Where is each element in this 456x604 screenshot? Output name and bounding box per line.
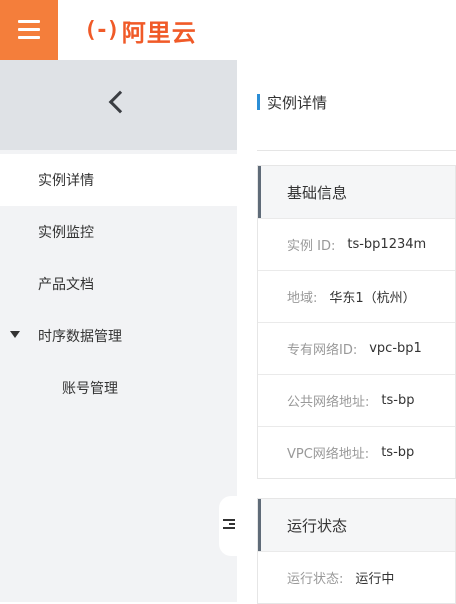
sidebar-item-timeseries-management[interactable]: 时序数据管理 (0, 310, 237, 362)
basic-info-card: 基础信息 实例 ID: ts-bp1234m 地域: 华东1（杭州） 专有网络I… (257, 165, 456, 479)
sidebar-collapse-button[interactable] (0, 60, 237, 150)
info-key: 公共网络地址: (287, 395, 370, 410)
page-title: 实例详情 (257, 92, 327, 113)
main-content: 实例详情 基础信息 实例 ID: ts-bp1234m 地域: 华东1（杭州） … (237, 60, 456, 604)
sidebar-item-label: 账号管理 (62, 381, 118, 397)
info-row-public-address: 公共网络地址: ts-bp (258, 374, 455, 426)
section-title: 基础信息 (258, 166, 455, 218)
info-value: 华东1（杭州） (329, 291, 416, 306)
sidebar-item-instance-details[interactable]: 实例详情 (0, 154, 237, 206)
info-value: ts-bp1234m (347, 237, 427, 252)
logo-text: 阿里云 (121, 18, 197, 47)
info-key: 专有网络ID: (287, 343, 358, 358)
info-key: 地域: (287, 291, 318, 306)
info-row-vpc-address: VPC网络地址: ts-bp (258, 426, 455, 478)
aliyun-logo[interactable]: (-) 阿里云 (84, 14, 197, 47)
sidebar-item-label: 实例详情 (38, 173, 94, 189)
chevron-left-icon (108, 90, 132, 114)
info-row-instance-id: 实例 ID: ts-bp1234m (258, 218, 455, 270)
sidebar-item-instance-monitoring[interactable]: 实例监控 (0, 206, 237, 258)
menu-icon-line (18, 36, 40, 39)
info-row-vpc-id: 专有网络ID: vpc-bp1 (258, 322, 455, 374)
sidebar-item-label: 时序数据管理 (38, 329, 122, 345)
menu-icon-line (18, 28, 40, 31)
run-status-card: 运行状态 运行状态: 运行中 (257, 498, 456, 604)
top-bar: (-) 阿里云 (0, 0, 456, 60)
info-value: ts-bp (381, 393, 415, 408)
logo-mark-icon: (-) (84, 17, 120, 43)
sidebar-subitem-account-management[interactable]: 账号管理 (0, 362, 237, 414)
hamburger-menu-button[interactable] (0, 0, 58, 60)
info-value: ts-bp (381, 445, 415, 460)
sidebar-item-product-docs[interactable]: 产品文档 (0, 258, 237, 310)
sidebar-item-label: 实例监控 (38, 225, 94, 241)
caret-down-icon (10, 331, 20, 338)
info-key: 运行状态: (287, 572, 344, 587)
divider (257, 150, 456, 151)
sidebar-item-label: 产品文档 (38, 277, 94, 293)
info-row-region: 地域: 华东1（杭州） (258, 270, 455, 322)
info-row-run-status: 运行状态: 运行中 (258, 551, 455, 603)
menu-fold-icon (223, 519, 235, 531)
info-key: VPC网络地址: (287, 447, 370, 462)
section-title: 运行状态 (258, 499, 455, 551)
menu-icon-line (18, 20, 40, 23)
info-key: 实例 ID: (287, 239, 336, 254)
sidebar: 实例详情 实例监控 产品文档 时序数据管理 账号管理 (0, 60, 241, 602)
info-value: vpc-bp1 (369, 341, 422, 356)
info-value: 运行中 (355, 572, 395, 587)
